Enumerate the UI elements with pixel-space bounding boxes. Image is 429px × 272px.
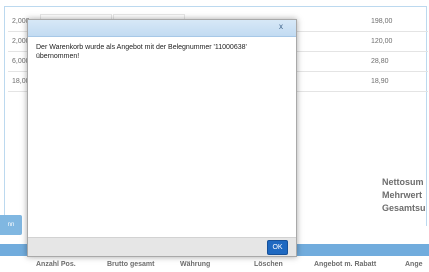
dialog-footer: OK <box>28 237 296 256</box>
dialog-titlebar: x <box>28 20 296 37</box>
ok-button[interactable]: OK <box>267 240 288 255</box>
close-icon[interactable]: x <box>276 22 286 32</box>
message-dialog: x Der Warenkorb wurde als Angebot mit de… <box>27 19 297 257</box>
dialog-message: Der Warenkorb wurde als Angebot mit der … <box>36 44 247 60</box>
